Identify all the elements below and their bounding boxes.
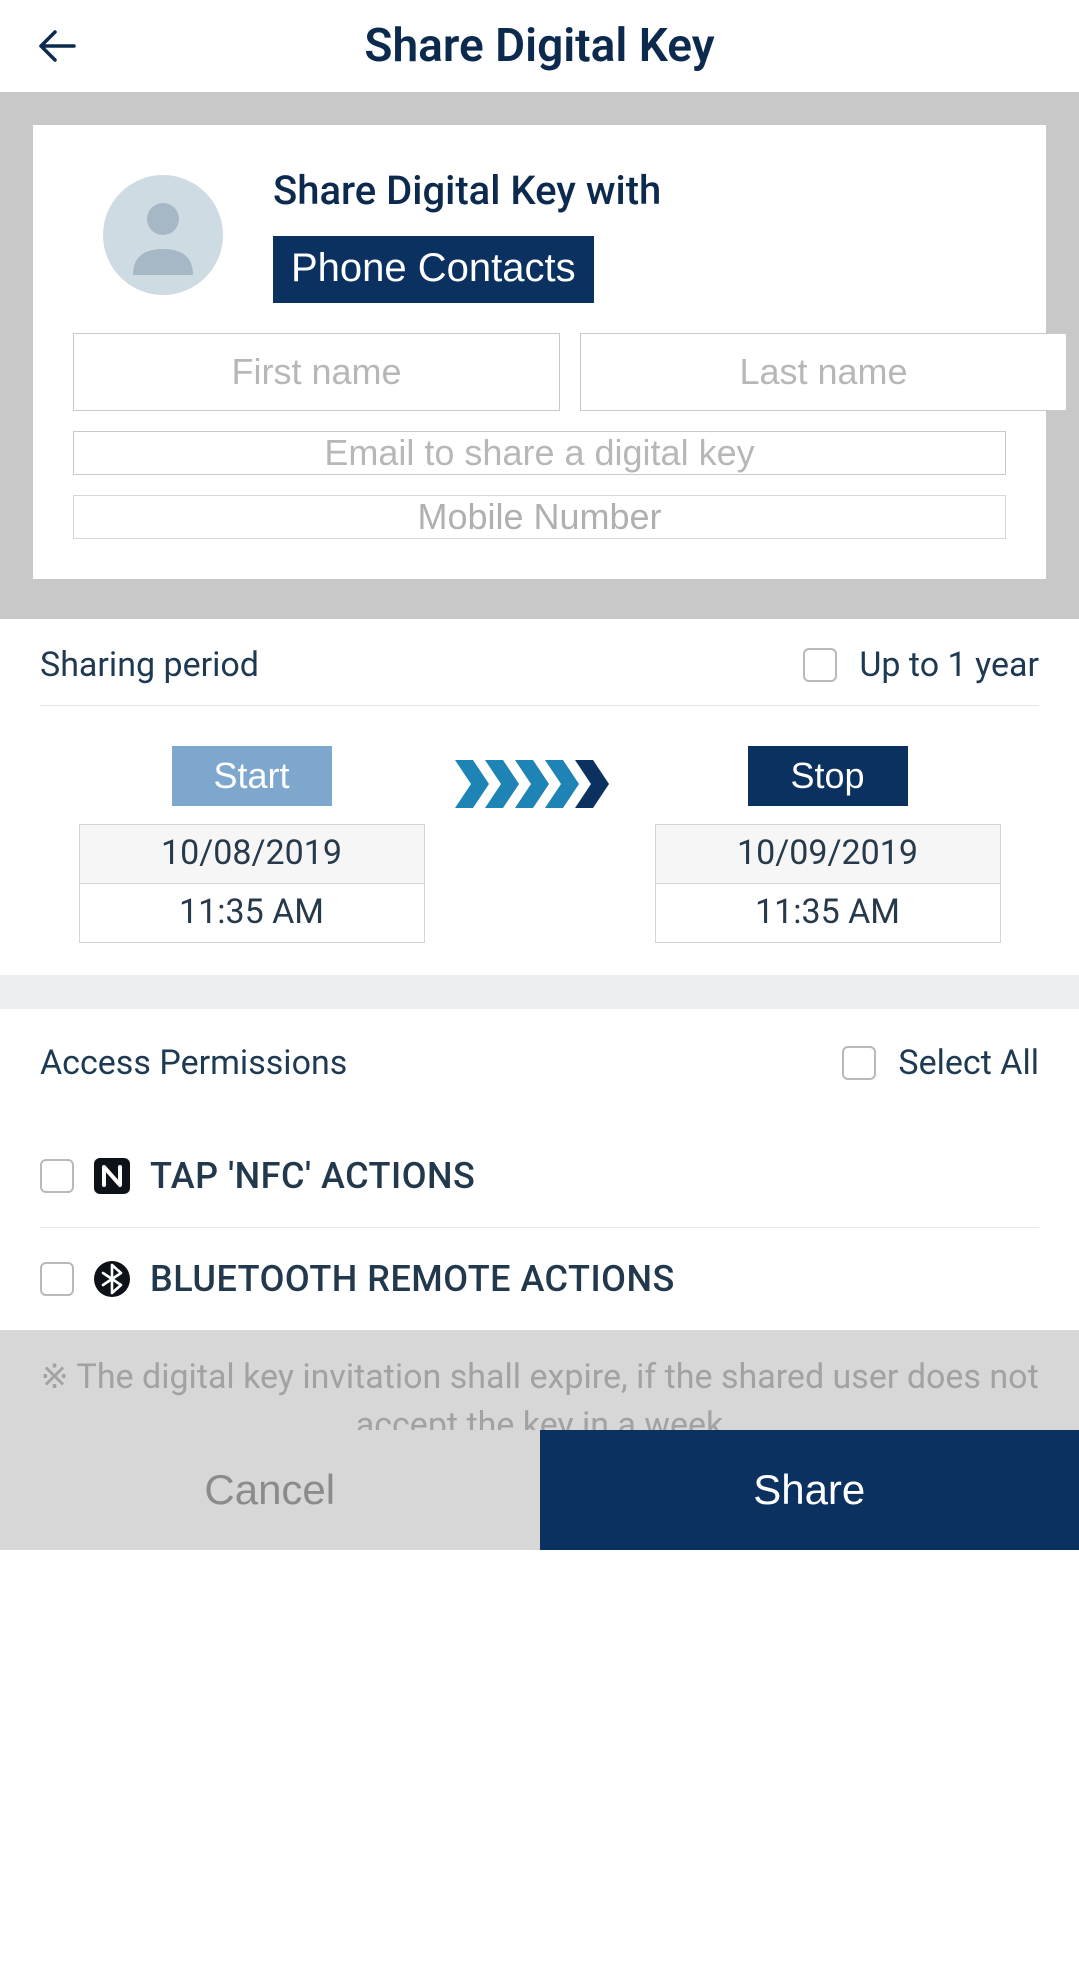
phone-contacts-button[interactable]: Phone Contacts: [273, 236, 594, 303]
share-heading: Share Digital Key with: [273, 167, 661, 214]
permission-row: TAP 'NFC' ACTIONS: [40, 1125, 1039, 1228]
cancel-button[interactable]: Cancel: [0, 1430, 540, 1550]
sharing-period-title: Sharing period: [40, 645, 259, 685]
upto-year-checkbox[interactable]: [803, 648, 837, 682]
footer-note-line2: accept the key in a week: [8, 1402, 1071, 1430]
email-input[interactable]: [73, 431, 1006, 475]
bluetooth-label: BLUETOOTH REMOTE ACTIONS: [150, 1258, 675, 1300]
share-button[interactable]: Share: [540, 1430, 1079, 1550]
last-name-input[interactable]: [580, 333, 1067, 411]
start-button[interactable]: Start: [172, 746, 332, 806]
mobile-input[interactable]: [73, 495, 1006, 539]
first-name-input[interactable]: [73, 333, 560, 411]
page-title: Share Digital Key: [0, 19, 1079, 73]
nfc-checkbox[interactable]: [40, 1159, 74, 1193]
permissions-title: Access Permissions: [40, 1043, 347, 1083]
nfc-label: TAP 'NFC' ACTIONS: [150, 1155, 475, 1197]
stop-time-value: 11:35 AM: [656, 884, 1000, 942]
avatar-placeholder-icon: [103, 175, 223, 295]
share-contact-card: Share Digital Key with Phone Contacts: [33, 125, 1046, 579]
upto-year-label: Up to 1 year: [859, 645, 1039, 685]
permission-row: BLUETOOTH REMOTE ACTIONS: [40, 1228, 1039, 1330]
footer-note-line1: ※ The digital key invitation shall expir…: [40, 1357, 1038, 1397]
start-date-value: 10/08/2019: [80, 825, 424, 884]
stop-datetime-picker[interactable]: 10/09/2019 11:35 AM: [655, 824, 1001, 943]
footer-note: ※ The digital key invitation shall expir…: [0, 1330, 1079, 1430]
chevrons-right-icon: [455, 754, 625, 814]
nfc-icon: [92, 1156, 132, 1196]
select-all-label: Select All: [898, 1043, 1039, 1083]
select-all-checkbox[interactable]: [842, 1046, 876, 1080]
bluetooth-icon: [92, 1259, 132, 1299]
bluetooth-checkbox[interactable]: [40, 1262, 74, 1296]
permissions-section: Access Permissions Select All TAP 'NFC' …: [0, 1009, 1079, 1330]
start-time-value: 11:35 AM: [80, 884, 424, 942]
stop-date-value: 10/09/2019: [656, 825, 1000, 884]
back-button[interactable]: [30, 22, 84, 70]
sharing-period-section: Sharing period Up to 1 year Start 10/08/…: [0, 619, 1079, 975]
arrow-left-icon: [38, 30, 76, 62]
start-datetime-picker[interactable]: 10/08/2019 11:35 AM: [79, 824, 425, 943]
stop-button[interactable]: Stop: [748, 746, 908, 806]
